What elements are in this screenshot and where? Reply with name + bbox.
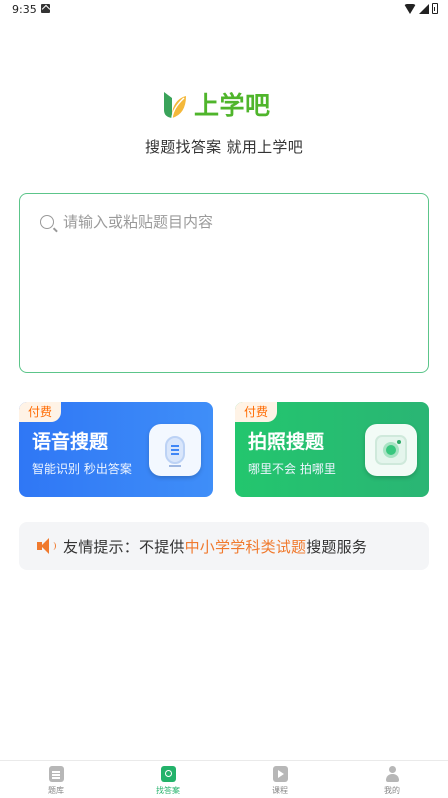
wifi-icon xyxy=(404,3,416,14)
nav-label: 课程 xyxy=(272,786,288,795)
voice-search-title: 语音搜题 xyxy=(32,431,109,453)
battery-icon xyxy=(432,3,438,14)
notice-text: 友情提示：不提供中小学学科类试题搜题服务 xyxy=(63,536,367,557)
search-placeholder: 请输入或粘贴题目内容 xyxy=(63,213,214,231)
nav-label: 题库 xyxy=(48,786,64,795)
notice-suffix: 搜题服务 xyxy=(306,537,368,556)
app-logo: 上学吧 xyxy=(160,86,271,122)
microphone-icon xyxy=(149,424,201,476)
nav-label: 找答案 xyxy=(156,786,180,795)
nav-item-mine[interactable]: 我的 xyxy=(336,761,448,798)
status-bar: 9:35 xyxy=(0,0,448,20)
voice-search-subtitle: 智能识别 秒出答案 xyxy=(32,462,132,476)
signal-icon xyxy=(419,3,429,14)
notice-bar: 友情提示：不提供中小学学科类试题搜题服务 xyxy=(19,522,429,570)
nav-item-question-bank[interactable]: 题库 xyxy=(0,761,112,798)
document-icon xyxy=(48,766,64,782)
voice-search-card[interactable]: 付费 语音搜题 智能识别 秒出答案 xyxy=(19,402,213,497)
notice-prefix: 友情提示：不提供 xyxy=(63,537,185,556)
photo-search-subtitle: 哪里不会 拍哪里 xyxy=(248,462,336,476)
bottom-nav: 题库 找答案 课程 我的 xyxy=(0,760,448,798)
paid-badge: 付费 xyxy=(19,402,62,422)
status-time: 9:35 xyxy=(12,3,37,16)
question-input-box[interactable]: 请输入或粘贴题目内容 xyxy=(19,193,429,373)
nav-label: 我的 xyxy=(384,786,400,795)
search-answer-icon xyxy=(160,766,176,782)
user-icon xyxy=(385,766,400,782)
speaker-icon xyxy=(37,538,56,554)
photo-search-title: 拍照搜题 xyxy=(248,431,325,453)
paid-badge: 付费 xyxy=(235,402,278,422)
search-icon xyxy=(40,215,54,229)
slogan: 搜题找答案 就用上学吧 xyxy=(144,138,304,156)
play-icon xyxy=(272,766,288,782)
notification-icon xyxy=(41,4,50,13)
camera-icon xyxy=(365,424,417,476)
leaf-logo-icon xyxy=(164,92,186,119)
photo-search-card[interactable]: 付费 拍照搜题 哪里不会 拍哪里 xyxy=(235,402,429,497)
status-icons xyxy=(404,3,438,14)
brand-name: 上学吧 xyxy=(194,91,271,120)
nav-item-courses[interactable]: 课程 xyxy=(224,761,336,798)
nav-item-find-answer[interactable]: 找答案 xyxy=(112,761,224,798)
notice-highlight: 中小学学科类试题 xyxy=(184,537,307,556)
